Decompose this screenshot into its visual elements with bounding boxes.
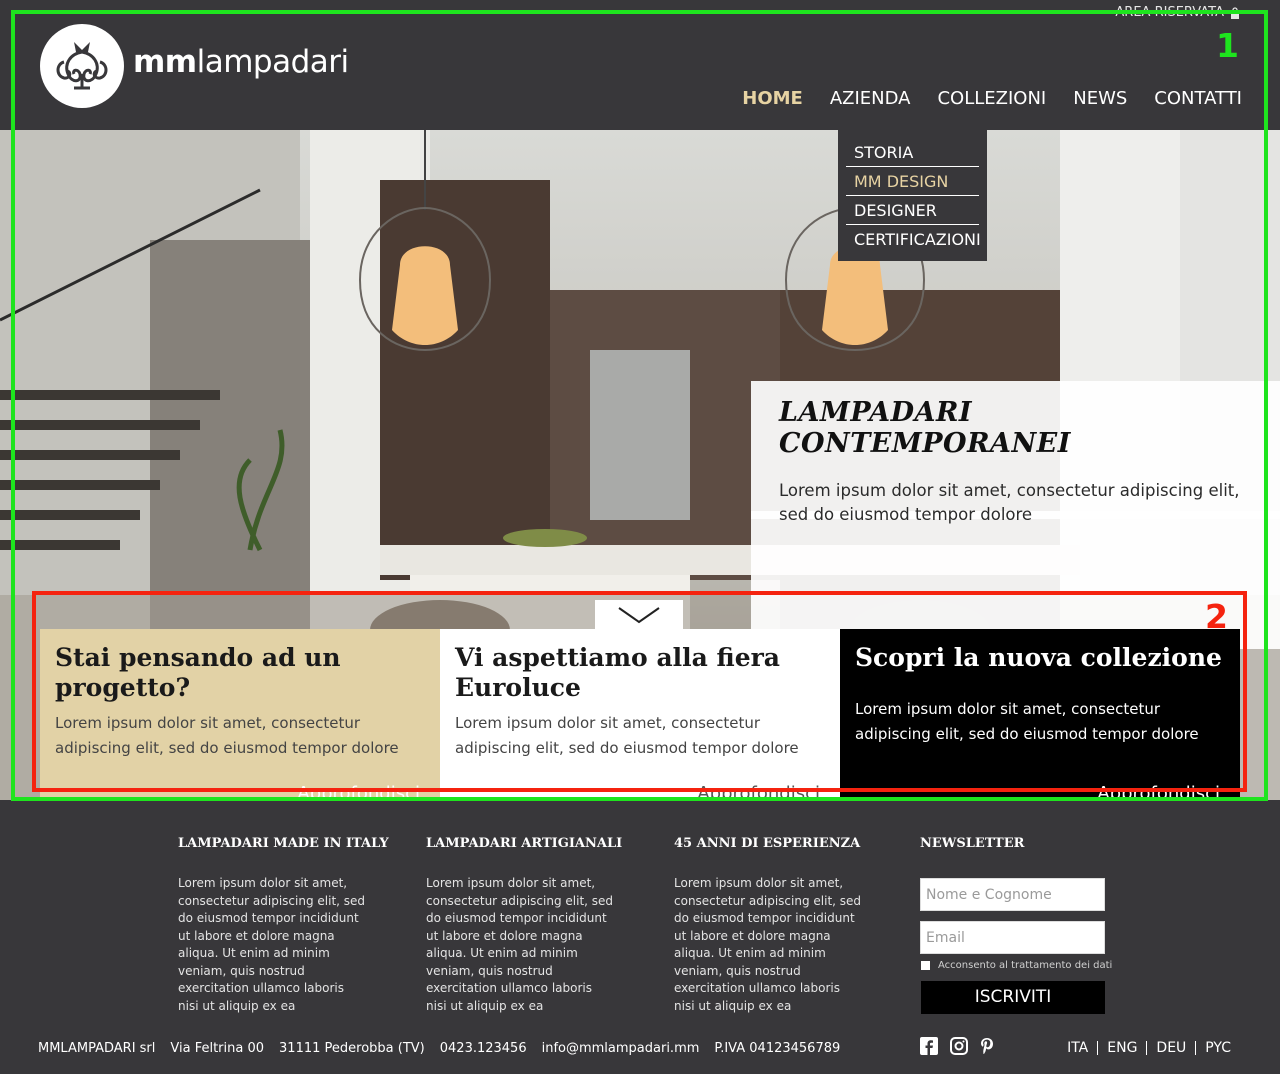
newsletter-consent: Acconsento al trattamento dei dati <box>921 960 1112 971</box>
card-title: Vi aspettiamo alla fiera Euroluce <box>455 643 780 702</box>
card-fiera: Vi aspettiamo alla fiera Euroluce Lorem … <box>440 629 840 800</box>
annotation-label-1: 1 <box>1216 26 1239 65</box>
lang-ita[interactable]: ITA <box>1058 1041 1097 1055</box>
footer-column-text: Lorem ipsum dolor sit amet, consectetur … <box>178 876 366 1013</box>
pinterest-icon[interactable] <box>980 1037 994 1055</box>
company-info: MMLAMPADARI srl Via Feltrina 00 31111 Pe… <box>38 1041 840 1056</box>
brand-wordmark[interactable]: mmlampadari <box>133 44 349 80</box>
footer-column-text: Lorem ipsum dolor sit amet, consectetur … <box>426 876 614 1013</box>
footer-column: LAMPADARI MADE IN ITALY Lorem ipsum dolo… <box>178 836 389 1015</box>
brand-light: lampadari <box>196 44 350 80</box>
nav-item-home[interactable]: HOME <box>742 88 803 109</box>
lang-deu[interactable]: DEU <box>1146 1041 1195 1055</box>
card-link-approfondisci[interactable]: Approfondisci <box>697 783 820 800</box>
card-progetto: Stai pensando ad un progetto? Lorem ipsu… <box>40 629 440 800</box>
area-riservata-link[interactable]: AREA RISERVATA <box>1115 5 1240 20</box>
newsletter-column: NEWSLETTER <box>920 836 1110 851</box>
company-email[interactable]: info@mmlampadari.mm <box>542 1041 700 1056</box>
logo-mark <box>56 42 108 90</box>
newsletter-email-input[interactable]: Email <box>920 921 1105 954</box>
area-riservata-label: AREA RISERVATA <box>1115 5 1224 20</box>
hero-text: Lorem ipsum dolor sit amet, consectetur … <box>779 481 1240 524</box>
card-link-approfondisci[interactable]: Approfondisci <box>1097 783 1220 800</box>
social-links <box>920 1037 994 1055</box>
consent-checkbox[interactable] <box>921 961 930 970</box>
card-text: Lorem ipsum dolor sit amet, consectetur … <box>455 714 799 757</box>
card-title: Scopri la nuova collezione <box>855 643 1222 672</box>
footer-column: 45 ANNI DI ESPERIENZA Lorem ipsum dolor … <box>674 836 864 1015</box>
dropdown-item-storia[interactable]: STORIA <box>846 138 979 167</box>
dropdown-item-certificazioni[interactable]: CERTIFICAZIONI <box>846 225 981 254</box>
company-phone[interactable]: 0423.123456 <box>440 1041 527 1056</box>
nav-item-news[interactable]: NEWS <box>1073 88 1127 109</box>
lang-eng[interactable]: ENG <box>1097 1041 1146 1055</box>
language-switcher: ITA ENG DEU PYC <box>1058 1041 1240 1055</box>
company-name: MMLAMPADARI srl <box>38 1041 156 1056</box>
subscribe-button[interactable]: ISCRIVITI <box>921 981 1105 1014</box>
nav-item-contatti[interactable]: CONTATTI <box>1154 88 1242 109</box>
main-nav: HOME AZIENDA COLLEZIONI NEWS CONTATTI <box>742 88 1242 109</box>
facebook-icon[interactable] <box>920 1037 938 1055</box>
card-link-approfondisci[interactable]: Approfondisci <box>297 783 420 800</box>
newsletter-name-input[interactable]: Nome e Cognome <box>920 878 1105 911</box>
feature-cards: Stai pensando ad un progetto? Lorem ipsu… <box>40 629 1240 800</box>
footer-column-title: 45 ANNI DI ESPERIENZA <box>674 836 861 851</box>
hero-title: LAMPADARI CONTEMPORANEI <box>779 397 1071 459</box>
footer-column-title: LAMPADARI ARTIGIANALI <box>426 836 623 851</box>
footer-column-text: Lorem ipsum dolor sit amet, consectetur … <box>674 876 862 1013</box>
nav-item-azienda[interactable]: AZIENDA <box>830 88 911 109</box>
nav-item-collezioni[interactable]: COLLEZIONI <box>937 88 1046 109</box>
site-header: AREA RISERVATA mmlampadari HOME AZIENDA … <box>0 0 1280 130</box>
card-text: Lorem ipsum dolor sit amet, consectetur … <box>855 700 1199 743</box>
footer-column: LAMPADARI ARTIGIANALI Lorem ipsum dolor … <box>426 836 623 1015</box>
annotation-label-2: 2 <box>1205 597 1228 636</box>
dropdown-item-mm-design[interactable]: MM DESIGN <box>846 167 979 196</box>
brand-bold: mm <box>133 44 197 80</box>
lang-pyc[interactable]: PYC <box>1195 1041 1240 1055</box>
azienda-dropdown: STORIA MM DESIGN DESIGNER CERTIFICAZIONI <box>838 130 987 261</box>
hero-caption-box: LAMPADARI CONTEMPORANEI Lorem ipsum dolo… <box>751 381 1280 524</box>
lock-icon <box>1231 6 1239 19</box>
company-vat: P.IVA 04123456789 <box>714 1041 841 1056</box>
card-collezione: Scopri la nuova collezione Lorem ipsum d… <box>840 629 1240 800</box>
chevron-down-icon <box>618 607 660 624</box>
instagram-icon[interactable] <box>950 1037 968 1055</box>
dropdown-item-designer[interactable]: DESIGNER <box>846 196 979 225</box>
company-address: Via Feltrina 00 <box>170 1041 265 1056</box>
newsletter-title: NEWSLETTER <box>920 836 1025 851</box>
company-city: 31111 Pederobba (TV) <box>279 1041 425 1056</box>
site-footer: LAMPADARI MADE IN ITALY Lorem ipsum dolo… <box>0 800 1280 1074</box>
card-title: Stai pensando ad un progetto? <box>55 643 341 702</box>
card-text: Lorem ipsum dolor sit amet, consectetur … <box>55 714 399 757</box>
logo-icon[interactable] <box>40 24 124 108</box>
scroll-down-button[interactable] <box>595 600 683 630</box>
consent-label: Acconsento al trattamento dei dati <box>938 960 1113 971</box>
footer-column-title: LAMPADARI MADE IN ITALY <box>178 836 389 851</box>
